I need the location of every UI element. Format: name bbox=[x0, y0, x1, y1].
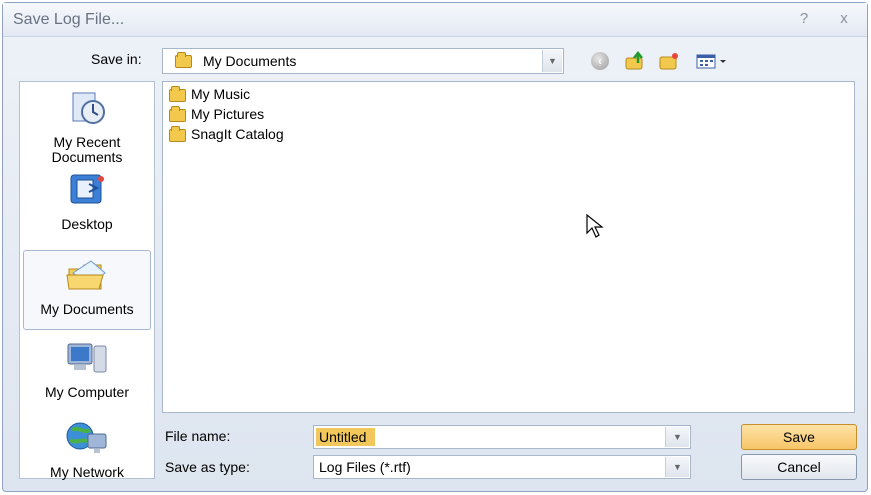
place-my-network[interactable]: My Network bbox=[23, 420, 151, 480]
new-folder-icon[interactable] bbox=[658, 51, 680, 71]
place-label: My Recent Documents bbox=[51, 134, 123, 165]
save-in-dropdown[interactable]: My Documents ▼ bbox=[162, 48, 564, 74]
pictures-folder-icon bbox=[169, 106, 186, 122]
file-name: My Pictures bbox=[191, 106, 265, 122]
list-item[interactable]: My Music bbox=[167, 85, 250, 103]
my-documents-icon bbox=[24, 257, 150, 296]
place-my-documents[interactable]: My Documents bbox=[23, 250, 151, 330]
file-name-field[interactable]: ▼ bbox=[313, 425, 691, 449]
back-icon[interactable]: ‹ bbox=[590, 51, 612, 71]
list-item[interactable]: SnagIt Catalog bbox=[167, 125, 284, 143]
place-label: My Documents bbox=[40, 301, 134, 317]
window-title: Save Log File... bbox=[13, 11, 125, 28]
title-bar[interactable]: Save Log File... ? x bbox=[3, 3, 867, 37]
save-in-label: Save in: bbox=[91, 51, 142, 67]
list-item[interactable]: My Pictures bbox=[167, 105, 264, 123]
place-label: My Computer bbox=[44, 384, 130, 400]
music-folder-icon bbox=[169, 86, 186, 102]
my-network-icon bbox=[23, 420, 151, 459]
chevron-down-icon[interactable]: ▼ bbox=[665, 457, 689, 477]
chevron-down-icon[interactable]: ▼ bbox=[665, 427, 689, 447]
place-label: Desktop bbox=[61, 216, 113, 232]
save-dialog: Save Log File... ? x Save in: My Documen… bbox=[2, 2, 868, 492]
chevron-down-icon[interactable]: ▼ bbox=[542, 50, 562, 72]
places-bar: My Recent Documents Desktop My Documents… bbox=[19, 81, 155, 480]
help-button[interactable]: ? bbox=[793, 9, 815, 29]
save-button[interactable]: Save bbox=[741, 424, 857, 450]
close-button[interactable]: x bbox=[833, 9, 855, 29]
file-name: My Music bbox=[191, 86, 251, 102]
documents-folder-icon bbox=[175, 52, 192, 68]
save-as-type-label: Save as type: bbox=[165, 459, 250, 475]
place-my-recent-documents[interactable]: My Recent Documents bbox=[23, 90, 151, 165]
views-menu-icon[interactable] bbox=[695, 51, 731, 71]
file-name-label: File name: bbox=[165, 428, 231, 444]
place-my-computer[interactable]: My Computer bbox=[23, 340, 151, 400]
folder-icon bbox=[169, 126, 186, 142]
desktop-icon bbox=[23, 172, 151, 211]
save-in-value: My Documents bbox=[203, 53, 297, 69]
place-label: My Network bbox=[50, 464, 124, 480]
file-name-input[interactable] bbox=[316, 428, 375, 446]
save-as-type-value: Log Files (*.rtf) bbox=[319, 459, 411, 475]
my-computer-icon bbox=[23, 340, 151, 379]
save-as-type-dropdown[interactable]: Log Files (*.rtf) ▼ bbox=[313, 455, 691, 479]
mouse-pointer-icon bbox=[585, 213, 607, 244]
file-name: SnagIt Catalog bbox=[191, 126, 284, 142]
place-desktop[interactable]: Desktop bbox=[23, 172, 151, 232]
cancel-button[interactable]: Cancel bbox=[741, 454, 857, 480]
up-folder-icon[interactable] bbox=[624, 50, 646, 71]
file-list[interactable]: My Music My Pictures SnagIt Catalog bbox=[162, 81, 855, 413]
recent-documents-icon bbox=[23, 90, 151, 129]
